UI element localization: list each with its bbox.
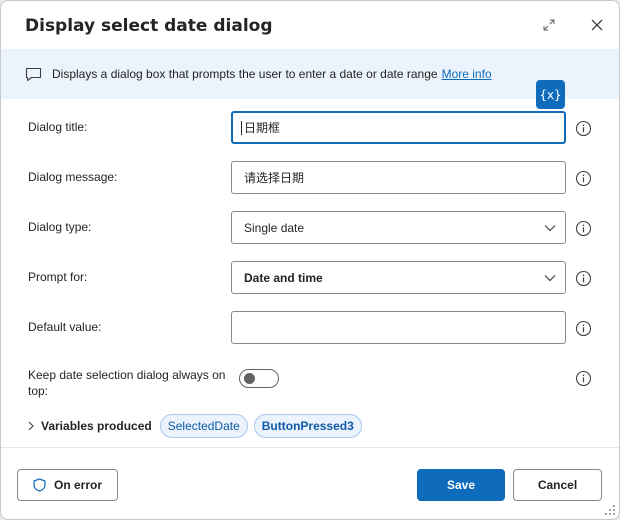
keep-on-top-label: Keep date selection dialog always on top… [28, 367, 225, 399]
dialog-title-input[interactable]: 日期框 [231, 111, 566, 144]
dialog-header: Display select date dialog [1, 1, 619, 49]
message-icon [25, 66, 43, 82]
prompt-for-label: Prompt for: [28, 270, 88, 284]
more-info-link[interactable]: More info [442, 67, 492, 81]
default-value-input[interactable] [231, 311, 566, 344]
info-banner: Displays a dialog box that prompts the u… [1, 49, 619, 99]
save-button[interactable]: Save [417, 469, 505, 501]
insert-variable-button[interactable]: {x} [536, 80, 565, 109]
dialog-title-label: Dialog title: [28, 120, 88, 134]
info-icon[interactable] [575, 220, 592, 237]
info-icon[interactable] [575, 370, 592, 387]
dialog-title-value: 日期框 [244, 121, 281, 135]
dialog-type-select[interactable]: Single date [231, 211, 566, 244]
variable-chip-selecteddate[interactable]: SelectedDate [159, 414, 248, 438]
variable-chip-buttonpressed[interactable]: ButtonPressed3 [253, 414, 362, 438]
select-date-dialog: Display select date dialog Displays a di… [0, 0, 620, 520]
expand-icon [543, 19, 555, 31]
info-icon[interactable] [575, 120, 592, 137]
text-caret [241, 120, 242, 135]
expand-button[interactable] [539, 15, 559, 35]
chevron-down-icon [544, 274, 556, 281]
dialog-title: Display select date dialog [25, 16, 273, 36]
footer-divider [1, 447, 619, 448]
chevron-down-icon [544, 224, 556, 231]
dialog-type-label: Dialog type: [28, 220, 92, 234]
variables-produced-label[interactable]: Variables produced [41, 419, 152, 433]
default-value-label: Default value: [28, 320, 102, 334]
close-button[interactable] [587, 15, 607, 35]
prompt-for-select[interactable]: Date and time [231, 261, 566, 294]
keep-on-top-toggle[interactable] [239, 369, 279, 388]
info-icon[interactable] [575, 270, 592, 287]
cancel-button[interactable]: Cancel [513, 469, 602, 501]
dialog-message-value: 请选择日期 [244, 171, 305, 185]
dialog-type-value: Single date [244, 220, 305, 235]
keep-on-top-label-line2: top: [28, 384, 49, 398]
on-error-button[interactable]: On error [17, 469, 118, 501]
chevron-right-icon[interactable] [25, 420, 37, 432]
prompt-for-value: Date and time [244, 270, 323, 285]
info-icon[interactable] [575, 320, 592, 337]
resize-grip-icon[interactable] [604, 504, 616, 516]
info-icon[interactable] [575, 170, 592, 187]
dialog-message-label: Dialog message: [28, 170, 118, 184]
banner-text: Displays a dialog box that prompts the u… [52, 67, 438, 81]
toggle-knob [244, 373, 255, 384]
close-icon [591, 19, 603, 31]
variables-produced-row: Variables produced SelectedDate ButtonPr… [25, 414, 368, 438]
shield-icon [33, 478, 46, 492]
on-error-label: On error [53, 478, 102, 492]
dialog-message-input[interactable]: 请选择日期 [231, 161, 566, 194]
keep-on-top-label-line1: Keep date selection dialog always on [28, 368, 226, 382]
